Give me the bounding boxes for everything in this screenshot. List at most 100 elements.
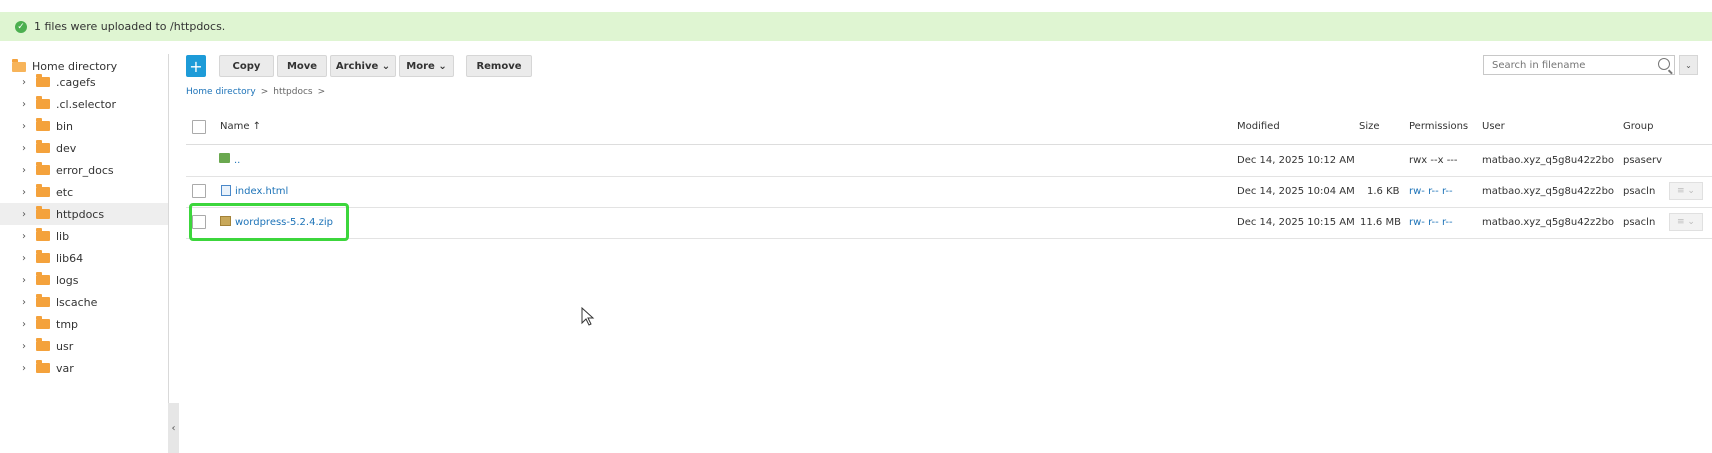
chevron-right-icon[interactable]: › xyxy=(22,341,32,352)
column-permissions[interactable]: Permissions xyxy=(1409,121,1468,132)
chevron-right-icon[interactable]: › xyxy=(22,231,32,242)
tree-item-label: httpdocs xyxy=(56,207,105,221)
breadcrumb-home[interactable]: Home directory xyxy=(186,87,256,97)
tree-item-lib[interactable]: › lib xyxy=(0,225,168,247)
select-all-checkbox[interactable] xyxy=(192,120,206,134)
tree-item-label: var xyxy=(56,361,74,375)
upload-success-banner: ✓ 1 files were uploaded to /httpdocs. xyxy=(0,12,1712,41)
table-row-parent[interactable]: .. Dec 14, 2025 10:12 AM rwx --x --- mat… xyxy=(186,145,1712,177)
file-modified: Dec 14, 2025 10:04 AM xyxy=(1237,186,1355,197)
tree-item-dev[interactable]: › dev xyxy=(0,137,168,159)
chevron-right-icon[interactable]: › xyxy=(22,99,32,110)
tree-item-error-docs[interactable]: › error_docs xyxy=(0,159,168,181)
collapse-sidebar-button[interactable]: ‹ xyxy=(168,403,179,453)
chevron-right-icon[interactable]: › xyxy=(22,77,32,88)
file-size: 11.6 MB xyxy=(1360,217,1401,228)
chevron-right-icon[interactable]: › xyxy=(22,187,32,198)
check-icon: ✓ xyxy=(15,20,27,33)
mouse-cursor-icon xyxy=(581,307,595,326)
chevron-right-icon[interactable]: › xyxy=(22,319,32,330)
column-size[interactable]: Size xyxy=(1359,121,1380,132)
tree-item-etc[interactable]: › etc xyxy=(0,181,168,203)
chevron-right-icon[interactable]: › xyxy=(22,253,32,264)
tree-item-label: logs xyxy=(56,273,79,287)
tree-item-tmp[interactable]: › tmp xyxy=(0,313,168,335)
tree-item-var[interactable]: › var xyxy=(0,357,168,379)
tree-item-label: tmp xyxy=(56,317,79,331)
file-name-link[interactable]: index.html xyxy=(235,186,288,197)
file-group: psaserv xyxy=(1623,155,1663,166)
column-user[interactable]: User xyxy=(1482,121,1505,132)
folder-icon xyxy=(36,140,50,153)
tree-item-label: bin xyxy=(56,119,74,133)
tree-item-lscache[interactable]: › lscache xyxy=(0,291,168,313)
file-permissions: rwx --x --- xyxy=(1409,155,1458,166)
move-button[interactable]: Move xyxy=(277,55,327,77)
tree-item-label: lib64 xyxy=(56,251,84,265)
tree-item-usr[interactable]: › usr xyxy=(0,335,168,357)
tree-item-cagefs[interactable]: › .cagefs xyxy=(0,71,168,93)
chevron-right-icon[interactable]: › xyxy=(22,275,32,286)
folder-icon xyxy=(36,228,50,241)
file-modified: Dec 14, 2025 10:15 AM xyxy=(1237,217,1355,228)
column-group[interactable]: Group xyxy=(1623,121,1653,132)
folder-icon xyxy=(36,206,50,219)
column-modified[interactable]: Modified xyxy=(1237,121,1280,132)
parent-directory-icon xyxy=(219,153,230,166)
tree-item-cl-selector[interactable]: › .cl.selector xyxy=(0,93,168,115)
chevron-right-icon[interactable]: › xyxy=(22,363,32,374)
folder-icon xyxy=(36,250,50,263)
file-user: matbao.xyz_q5g8u42z2bo xyxy=(1482,217,1615,228)
chevron-left-icon: ‹ xyxy=(171,422,176,434)
folder-tree-sidebar: Home directory › .cagefs › .cl.selector › b… xyxy=(0,54,169,453)
tree-item-label: .cl.selector xyxy=(56,97,117,111)
folder-icon xyxy=(36,118,50,131)
chevron-right-icon[interactable]: › xyxy=(22,143,32,154)
column-name[interactable]: Name ↑ xyxy=(220,121,261,132)
tree-item-label: etc xyxy=(56,185,74,199)
tree-item-lib64[interactable]: › lib64 xyxy=(0,247,168,269)
more-button[interactable]: More ⌄ xyxy=(399,55,454,77)
file-name-link[interactable]: .. xyxy=(234,155,240,166)
tree-item-bin[interactable]: › bin xyxy=(0,115,168,137)
search-options-button[interactable]: ⌄ xyxy=(1679,55,1698,75)
folder-icon xyxy=(36,96,50,109)
file-permissions[interactable]: rw- r-- r-- xyxy=(1409,217,1453,228)
folder-icon xyxy=(36,294,50,307)
table-row-index-html[interactable]: index.html Dec 14, 2025 10:04 AM 1.6 KB … xyxy=(186,176,1712,208)
copy-button[interactable]: Copy xyxy=(219,55,274,77)
chevron-right-icon[interactable]: › xyxy=(22,209,32,220)
folder-icon xyxy=(36,316,50,329)
file-user: matbao.xyz_q5g8u42z2bo xyxy=(1482,155,1615,166)
search-icon[interactable] xyxy=(1658,58,1670,70)
remove-button[interactable]: Remove xyxy=(466,55,532,77)
tree-item-label: usr xyxy=(56,339,74,353)
file-user: matbao.xyz_q5g8u42z2bo xyxy=(1482,186,1615,197)
chevron-right-icon[interactable]: › xyxy=(22,121,32,132)
folder-icon xyxy=(36,162,50,175)
file-permissions[interactable]: rw- r-- r-- xyxy=(1409,186,1453,197)
breadcrumb-current: httpdocs xyxy=(273,87,313,97)
tree-item-label: dev xyxy=(56,141,77,155)
chevron-right-icon[interactable]: › xyxy=(22,165,32,176)
folder-icon xyxy=(36,360,50,373)
chevron-right-icon[interactable]: › xyxy=(22,297,32,308)
folder-icon xyxy=(36,338,50,351)
banner-message: 1 files were uploaded to /httpdocs. xyxy=(34,20,226,33)
tree-item-logs[interactable]: › logs xyxy=(0,269,168,291)
archive-button[interactable]: Archive ⌄ xyxy=(330,55,396,77)
row-menu-button[interactable]: ≡ ⌄ xyxy=(1669,182,1703,200)
add-button[interactable]: + xyxy=(186,55,206,77)
row-menu-button[interactable]: ≡ ⌄ xyxy=(1669,213,1703,231)
breadcrumb-separator: > xyxy=(317,87,326,97)
tree-item-httpdocs[interactable]: › httpdocs xyxy=(0,203,168,225)
file-group: psacln xyxy=(1623,186,1656,197)
search-box xyxy=(1483,55,1675,75)
file-table-header: Name ↑ Modified Size Permissions User Gr… xyxy=(186,112,1712,145)
tree-item-label: .cagefs xyxy=(56,75,96,89)
folder-icon xyxy=(36,184,50,197)
table-row-wordpress-zip[interactable]: wordpress-5.2.4.zip Dec 14, 2025 10:15 A… xyxy=(186,207,1712,239)
folder-icon xyxy=(12,58,26,72)
row-checkbox[interactable] xyxy=(192,184,206,198)
search-input[interactable] xyxy=(1490,58,1654,72)
